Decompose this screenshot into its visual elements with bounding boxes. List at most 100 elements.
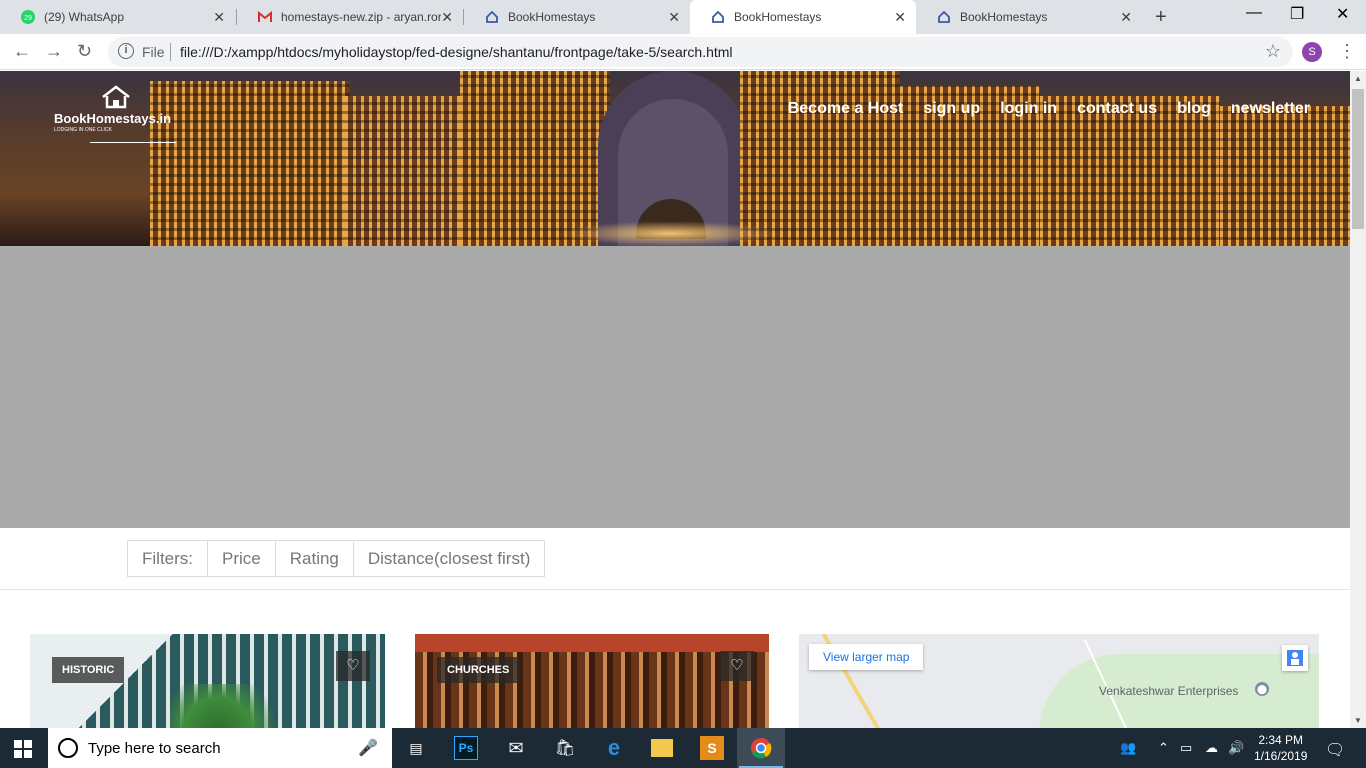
tab-bookhomestays-active[interactable]: BookHomestays ✕ [690, 0, 916, 34]
clock-date: 1/16/2019 [1254, 749, 1308, 763]
address-divider [170, 43, 171, 61]
hero-glow [560, 221, 780, 246]
minimize-icon[interactable]: — [1246, 4, 1262, 22]
people-icon[interactable]: 👥 [1120, 740, 1136, 756]
window-close-icon[interactable]: ✕ [1336, 4, 1349, 24]
house-icon [484, 9, 500, 25]
cloud-icon[interactable]: ☁ [1205, 740, 1218, 756]
tab-close-icon[interactable]: ✕ [213, 10, 225, 24]
bookmark-star-icon[interactable]: ☆ [1265, 41, 1281, 62]
listing-card[interactable]: CHURCHES ♡ [415, 634, 769, 728]
tab-title: homestays-new.zip - aryan.ror [281, 10, 441, 24]
volume-icon[interactable]: 🔊 [1228, 740, 1244, 756]
listing-card[interactable]: HISTORIC ♡ [30, 634, 385, 728]
cortana-icon [58, 738, 78, 758]
whatsapp-icon: 29 [20, 9, 36, 25]
nav-sign-up[interactable]: sign up [923, 100, 980, 118]
url-text[interactable]: file:///D:/xampp/htdocs/myholidaystop/fe… [180, 44, 733, 60]
task-view-icon[interactable]: ▤ [404, 736, 428, 760]
sublime-text-icon[interactable]: S [700, 736, 724, 760]
url-scheme-label: File [142, 44, 165, 60]
browser-toolbar: ← → ↻ i File file:///D:/xampp/htdocs/myh… [0, 34, 1366, 70]
heart-icon[interactable]: ♡ [336, 651, 370, 681]
page-scrollbar[interactable]: ▲ ▼ [1350, 71, 1366, 728]
scrollbar-thumb[interactable] [1352, 89, 1364, 229]
profile-avatar[interactable]: S [1302, 42, 1322, 62]
logo-underline [90, 142, 176, 143]
forward-icon[interactable]: → [45, 41, 63, 62]
tab-title: BookHomestays [734, 10, 822, 24]
logo-tagline: LODGING IN ONE CLICK [54, 127, 112, 133]
map-place-label[interactable]: Venkateshwar Enterprises [1099, 684, 1238, 698]
filters-group: Filters: Price Rating Distance(closest f… [127, 540, 546, 577]
tab-close-icon[interactable]: ✕ [894, 10, 906, 24]
nav-contact-us[interactable]: contact us [1077, 100, 1157, 118]
reload-icon[interactable]: ↻ [77, 41, 92, 62]
file-explorer-icon[interactable] [651, 739, 673, 757]
site-info-icon[interactable]: i [118, 43, 134, 59]
hero-building [1040, 96, 1220, 246]
tab-gmail[interactable]: homestays-new.zip - aryan.ror ✕ [237, 0, 463, 34]
main-nav: Become a Host sign up login in contact u… [788, 100, 1310, 118]
battery-icon[interactable]: ▭ [1180, 740, 1192, 756]
street-view-pegman-icon[interactable] [1282, 645, 1308, 671]
nav-blog[interactable]: blog [1177, 100, 1211, 118]
tab-close-icon[interactable]: ✕ [441, 10, 453, 24]
hero-building [150, 81, 350, 246]
windows-taskbar: Type here to search 🎤 ▤ Ps ✉ 🛍 e S 👥 ⌃ ▭… [0, 728, 1366, 768]
photoshop-icon[interactable]: Ps [454, 736, 478, 760]
mail-icon[interactable]: ✉ [504, 736, 528, 760]
nav-login[interactable]: login in [1000, 100, 1057, 118]
filter-rating[interactable]: Rating [276, 541, 354, 576]
system-clock[interactable]: 2:34 PM 1/16/2019 [1254, 732, 1307, 764]
logo-house-icon [102, 85, 130, 109]
browser-tab-strip: 29 (29) WhatsApp ✕ homestays-new.zip - a… [0, 0, 1366, 34]
new-tab-button[interactable]: + [1155, 6, 1167, 29]
back-icon[interactable]: ← [13, 41, 31, 62]
logo-name: BookHomestays.in [54, 111, 172, 126]
palm-trees [170, 684, 290, 728]
filters-label: Filters: [128, 541, 208, 576]
taskbar-search-placeholder: Type here to search [88, 740, 221, 757]
category-tag: CHURCHES [437, 657, 520, 683]
browser-menu-icon[interactable]: ⋮ [1338, 41, 1356, 62]
tab-title: BookHomestays [960, 10, 1048, 24]
filter-distance[interactable]: Distance(closest first) [354, 541, 544, 576]
tab-bookhomestays-1[interactable]: BookHomestays ✕ [464, 0, 690, 34]
house-icon [936, 9, 952, 25]
scroll-up-icon[interactable]: ▲ [1354, 74, 1362, 83]
edge-icon[interactable]: e [602, 735, 626, 760]
svg-text:29: 29 [24, 15, 32, 22]
nav-newsletter[interactable]: newsletter [1231, 100, 1310, 118]
page-viewport: BookHomestays.in LODGING IN ONE CLICK Be… [0, 71, 1350, 728]
scroll-down-icon[interactable]: ▼ [1354, 716, 1362, 725]
nav-become-host[interactable]: Become a Host [788, 100, 904, 118]
taskbar-search[interactable]: Type here to search 🎤 [48, 728, 392, 768]
tab-bookhomestays-3[interactable]: BookHomestays ✕ [916, 0, 1142, 34]
tab-close-icon[interactable]: ✕ [668, 10, 680, 24]
hero-building [460, 71, 610, 246]
maximize-icon[interactable]: ❐ [1290, 4, 1304, 24]
site-logo[interactable]: BookHomestays.in LODGING IN ONE CLICK [54, 85, 179, 143]
windows-start-icon[interactable] [14, 740, 32, 758]
chevron-up-icon[interactable]: ⌃ [1158, 740, 1169, 756]
heart-icon[interactable]: ♡ [720, 651, 754, 681]
microphone-icon[interactable]: 🎤 [358, 738, 378, 758]
gmail-icon [257, 9, 273, 25]
store-icon[interactable]: 🛍 [553, 736, 577, 760]
map-embed[interactable]: View larger map Venkateshwar Enterprises… [799, 634, 1319, 728]
tab-close-icon[interactable]: ✕ [1120, 10, 1132, 24]
tab-whatsapp[interactable]: 29 (29) WhatsApp ✕ [0, 0, 235, 34]
hero-building [345, 96, 465, 246]
content-placeholder [0, 246, 1350, 528]
view-larger-map-link[interactable]: View larger map [809, 644, 924, 670]
action-center-icon[interactable]: 🗨 [1325, 740, 1345, 760]
hero-banner: BookHomestays.in LODGING IN ONE CLICK Be… [0, 71, 1350, 246]
chrome-icon[interactable] [737, 728, 785, 768]
category-tag: HISTORIC [52, 657, 125, 683]
address-bar[interactable]: i File file:///D:/xampp/htdocs/myholiday… [108, 37, 1293, 67]
hero-building [1220, 106, 1350, 246]
map-pin-icon[interactable]: ⬤ [1255, 682, 1269, 696]
clock-time: 2:34 PM [1258, 733, 1304, 747]
filter-price[interactable]: Price [208, 541, 276, 576]
